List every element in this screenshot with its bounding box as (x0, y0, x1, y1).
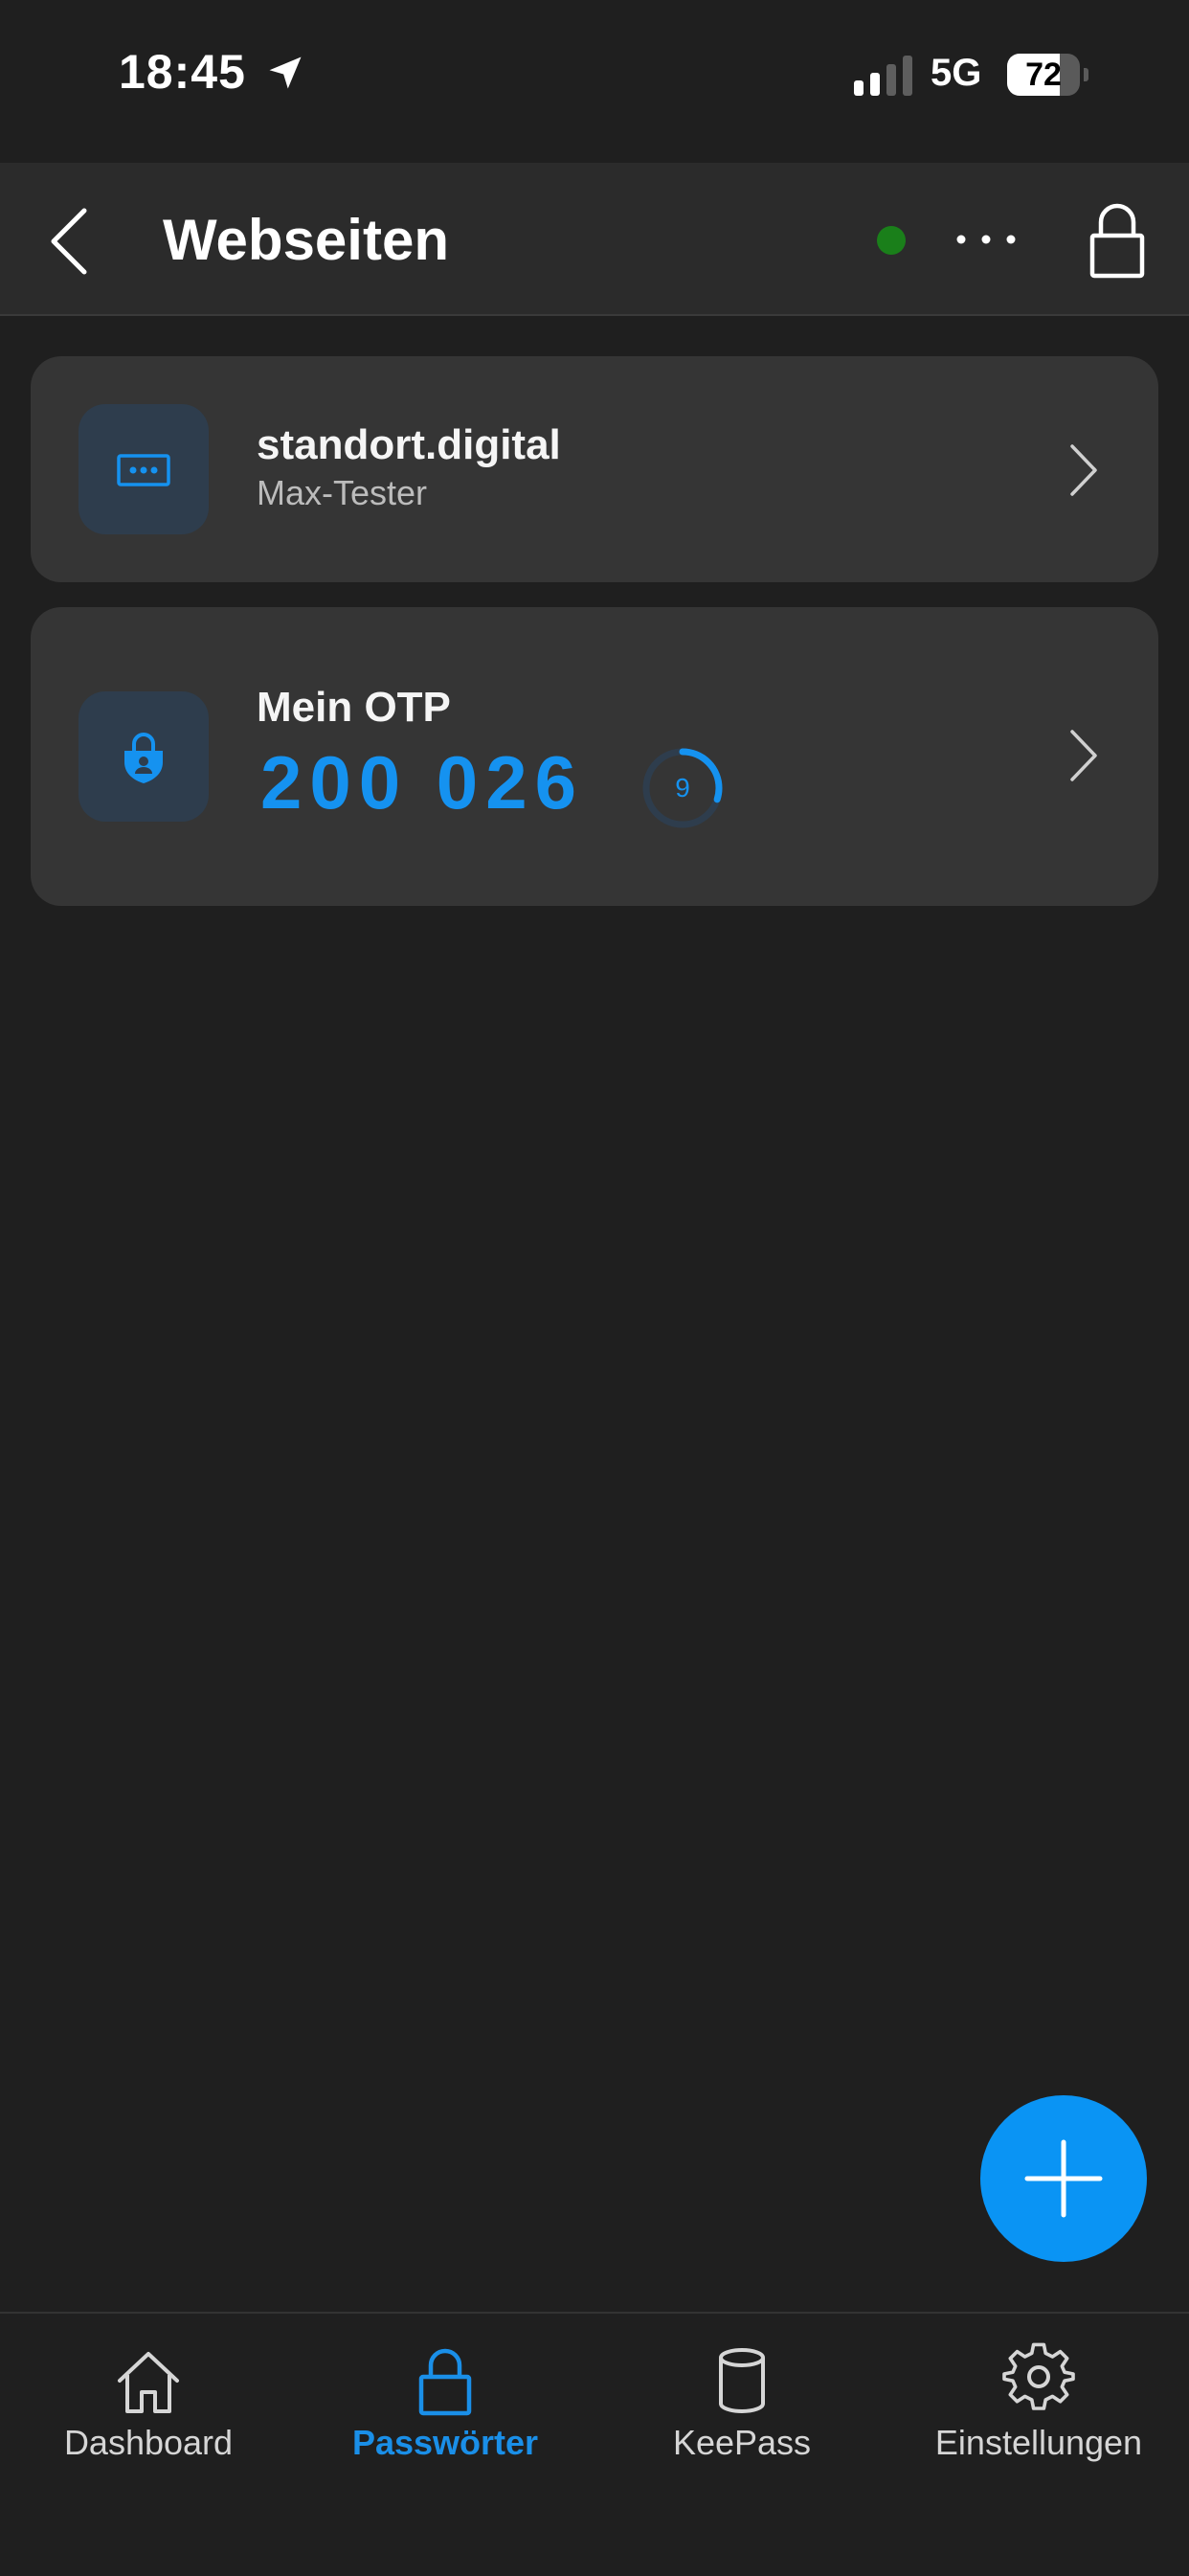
nav-item-passwords[interactable]: Passwörter (297, 2314, 594, 2576)
password-dots-icon (117, 454, 170, 486)
add-entry-button[interactable] (980, 2095, 1147, 2262)
nav-item-dashboard[interactable]: Dashboard (0, 2314, 297, 2576)
lock-vault-icon[interactable] (1088, 201, 1147, 280)
battery-tip (1084, 68, 1088, 81)
nav-label: KeePass (672, 2423, 812, 2462)
otp-seconds-remaining: 9 (675, 773, 690, 802)
connection-status-dot (877, 226, 906, 255)
plus-icon (1024, 2139, 1103, 2218)
back-chevron-icon[interactable] (46, 205, 94, 278)
database-icon (719, 2348, 765, 2413)
nav-item-settings[interactable]: Einstellungen (890, 2314, 1187, 2576)
nav-item-keepass[interactable]: KeePass (594, 2314, 890, 2576)
battery-percent: 72 (1025, 56, 1062, 93)
page-title: Webseiten (163, 208, 449, 272)
bottom-navigation: Dashboard Passwörter KeePass Einstellung… (0, 2312, 1189, 2576)
more-options-icon[interactable] (948, 224, 1024, 255)
entry-card-website[interactable]: standort.digital Max-Tester (31, 356, 1158, 582)
entry-username: Max-Tester (257, 473, 428, 512)
chevron-right-icon (1070, 730, 1097, 781)
nav-label: Passwörter (351, 2423, 539, 2462)
home-icon (118, 2352, 179, 2413)
nav-label: Dashboard (63, 2423, 234, 2462)
status-time: 18:45 (119, 45, 246, 99)
battery-indicator: 72 (1007, 54, 1088, 96)
entry-title: Mein OTP (257, 684, 451, 731)
gear-icon (1002, 2342, 1075, 2410)
nav-label: Einstellungen (934, 2423, 1143, 2462)
lock-icon (418, 2348, 472, 2416)
cellular-signal-icon (854, 56, 912, 96)
location-arrow-icon (269, 56, 302, 89)
entry-icon-tile (79, 404, 209, 534)
status-bar: 18:45 5G 72 (0, 0, 1189, 163)
network-type: 5G (931, 52, 982, 94)
battery-body: 72 (1007, 54, 1080, 96)
entry-title: standort.digital (257, 421, 561, 468)
app-header: Webseiten (0, 163, 1189, 316)
entry-card-otp[interactable]: Mein OTP 200 026 9 (31, 607, 1158, 906)
chevron-right-icon (1070, 444, 1097, 496)
entry-icon-tile (79, 691, 209, 822)
otp-code[interactable]: 200 026 (260, 739, 584, 826)
shield-lock-icon (124, 733, 163, 783)
